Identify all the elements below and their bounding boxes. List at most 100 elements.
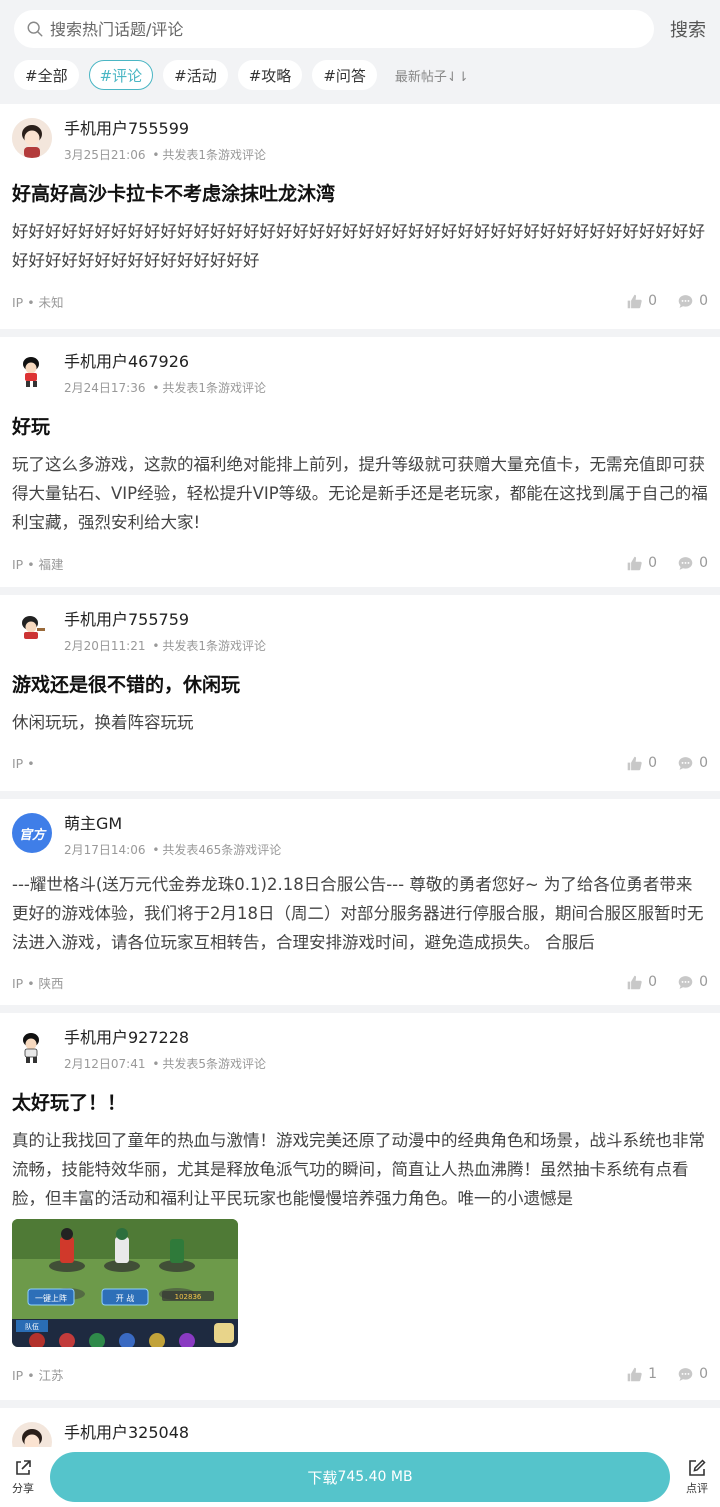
like-button[interactable]: 0 [626, 974, 657, 991]
edit-icon [689, 1459, 706, 1476]
post-date: 2月20日11:21 [64, 639, 146, 653]
post-body[interactable]: ---耀世格斗(送万元代金券龙珠0.1)2.18日合服公告--- 尊敬的勇者您好… [12, 870, 708, 957]
tag-event[interactable]: #活动 [163, 60, 228, 90]
post-title[interactable]: 太好玩了！！ [12, 1090, 708, 1116]
review-count: 共发表1条游戏评论 [162, 639, 267, 653]
review-count: 共发表5条游戏评论 [162, 1057, 267, 1071]
user-avatar-icon [23, 357, 39, 387]
username[interactable]: 萌主GM [64, 813, 281, 835]
username[interactable]: 手机用户325048 [64, 1422, 189, 1444]
comment-icon [678, 294, 693, 308]
post-footer: IP • 福建 0 0 [12, 537, 708, 589]
post-card[interactable]: 手机用户467926 2月24日17:36 • 共发表1条游戏评论 好玩 玩了这么… [0, 337, 720, 587]
search-icon [27, 21, 43, 37]
comment-button[interactable]: 0 [677, 555, 708, 572]
post-body[interactable]: 好好好好好好好好好好好好好好好好好好好好好好好好好好好好好好好好好好好好好好好好… [12, 217, 708, 275]
post-screenshot[interactable]: 一键上阵 开 战 102836 队伍 [12, 1219, 238, 1347]
post-title[interactable]: 游戏还是很不错的，休闲玩 [12, 672, 708, 698]
post-meta: 2月24日17:36 • 共发表1条游戏评论 [64, 379, 266, 396]
review-count: 共发表465条游戏评论 [162, 843, 282, 857]
official-avatar[interactable]: 官方 [12, 813, 52, 853]
search-box[interactable] [14, 10, 654, 48]
post-footer: IP • 陕西 0 0 [12, 957, 708, 1007]
comment-button[interactable]: 0 [677, 974, 708, 991]
post-body[interactable]: 玩了这么多游戏，这款的福利绝对能排上前列，提升等级就可获赠大量充值卡，无需充值即… [12, 450, 708, 537]
like-button[interactable]: 0 [626, 293, 657, 310]
tag-qa[interactable]: #问答 [312, 60, 377, 90]
post-header: 手机用户467926 2月24日17:36 • 共发表1条游戏评论 [12, 351, 708, 396]
tag-guide[interactable]: #攻略 [237, 60, 303, 90]
user-avatar-icon [23, 1033, 39, 1063]
username[interactable]: 手机用户755599 [64, 118, 266, 140]
review-button[interactable]: 点评 [674, 1458, 720, 1496]
username[interactable]: 手机用户927228 [64, 1027, 266, 1049]
like-count: 0 [648, 755, 658, 771]
post-date: 2月24日17:36 [64, 381, 146, 395]
post-body[interactable]: 真的让我找回了童年的热血与激情！游戏完美还原了动漫中的经典角色和场景，战斗系统也… [12, 1126, 708, 1213]
like-count: 1 [648, 1366, 658, 1382]
post-header: 官方 萌主GM 2月17日14:06 • 共发表465条游戏评论 [12, 813, 708, 858]
separator-dot: • [152, 843, 160, 857]
download-size: 745.40 MB [337, 1469, 413, 1485]
like-button[interactable]: 0 [626, 555, 657, 572]
comment-icon [678, 1367, 693, 1381]
post-date: 3月25日21:06 [64, 148, 146, 162]
tag-all[interactable]: #全部 [14, 60, 79, 90]
post-body[interactable]: 休闲玩玩，换着阵容玩玩 [12, 708, 708, 737]
like-button[interactable]: 0 [626, 755, 657, 772]
bottom-action-bar: 分享 下载 745.40 MB 点评 [0, 1447, 720, 1507]
download-button[interactable]: 下载 745.40 MB [50, 1452, 670, 1502]
post-meta: 2月17日14:06 • 共发表465条游戏评论 [64, 841, 281, 858]
like-button[interactable]: 1 [626, 1366, 657, 1383]
post-card[interactable]: 手机用户755599 3月25日21:06 • 共发表1条游戏评论 好高好高沙卡拉… [0, 104, 720, 329]
ip-location: IP • [12, 755, 35, 771]
post-footer: IP • 0 0 [12, 737, 708, 789]
download-label: 下载 [307, 1468, 338, 1487]
username[interactable]: 手机用户755759 [64, 609, 266, 631]
post-meta: 3月25日21:06 • 共发表1条游戏评论 [64, 146, 266, 163]
post-meta: 2月12日07:41 • 共发表5条游戏评论 [64, 1055, 266, 1072]
comment-count: 0 [699, 974, 708, 990]
thumbs-up-icon [627, 556, 642, 570]
one-click-deploy-label: 一键上阵 [35, 1293, 67, 1303]
combat-power-value: 102836 [175, 1293, 202, 1301]
share-icon [16, 1460, 31, 1475]
post-footer: IP • 江苏 1 0 [12, 1347, 708, 1401]
share-button[interactable]: 分享 [0, 1458, 46, 1496]
thumbs-up-icon [627, 975, 642, 989]
like-count: 0 [648, 555, 658, 571]
avatar[interactable] [12, 118, 52, 158]
comment-count: 0 [699, 755, 708, 771]
post-footer: IP • 未知 0 0 [12, 275, 708, 327]
battle-label: 开 战 [116, 1293, 135, 1303]
post-card[interactable]: 手机用户755759 2月20日11:21 • 共发表1条游戏评论 游戏还是很不错… [0, 595, 720, 791]
avatar[interactable] [12, 1027, 52, 1067]
search-button[interactable]: 搜索 [666, 16, 706, 42]
post-header: 手机用户755759 2月20日11:21 • 共发表1条游戏评论 [12, 609, 708, 654]
tag-review[interactable]: #评论 [88, 60, 154, 90]
post-card[interactable]: 手机用户927228 2月12日07:41 • 共发表5条游戏评论 太好玩了！！ … [0, 1013, 720, 1400]
search-row: 搜索 [0, 10, 720, 48]
separator-dot: • [152, 639, 160, 653]
thumbs-up-icon [627, 294, 642, 308]
review-count: 共发表1条游戏评论 [162, 381, 267, 395]
username[interactable]: 手机用户467926 [64, 351, 266, 373]
post-title[interactable]: 好高好高沙卡拉卡不考虑涂抹吐龙沐湾 [12, 181, 708, 207]
comment-button[interactable]: 0 [677, 293, 708, 310]
top-bar: 搜索 #全部 #评论 #活动 #攻略 #问答 最新帖子⇃⇂ [0, 0, 720, 104]
avatar[interactable] [12, 351, 52, 391]
comment-button[interactable]: 0 [677, 755, 708, 772]
thumbs-up-icon [627, 1367, 642, 1381]
sort-latest-button[interactable]: 最新帖子⇃⇂ [395, 66, 469, 85]
post-card[interactable]: 官方 萌主GM 2月17日14:06 • 共发表465条游戏评论 ---耀世格斗(… [0, 799, 720, 1005]
review-count: 共发表1条游戏评论 [162, 148, 267, 162]
post-title[interactable]: 好玩 [12, 414, 708, 440]
search-input[interactable] [50, 19, 610, 39]
user-avatar-icon [22, 616, 45, 639]
thumbs-up-icon [627, 756, 642, 770]
comment-icon [678, 756, 693, 770]
comment-count: 0 [699, 555, 708, 571]
comment-button[interactable]: 0 [677, 1366, 708, 1383]
avatar[interactable] [12, 609, 52, 649]
ip-location: IP • 福建 [12, 556, 64, 572]
